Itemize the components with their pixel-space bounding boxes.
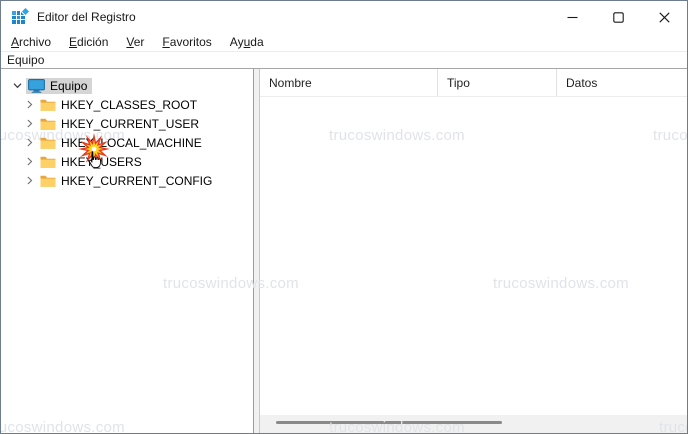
title-bar: Editor del Registro xyxy=(1,1,687,33)
registry-tree: Equipo HKEY_CLASSES_ROOT HKEY_CURRENT_USE… xyxy=(1,69,253,190)
tree-item-hkey-current-user[interactable]: HKEY_CURRENT_USER xyxy=(1,114,253,133)
tree-item-hkey-local-machine[interactable]: HKEY_LOCAL_MACHINE xyxy=(1,133,253,152)
chevron-down-icon[interactable] xyxy=(12,80,23,91)
tree-item-hkey-classes-root[interactable]: HKEY_CLASSES_ROOT xyxy=(1,95,253,114)
tree-item-label: HKEY_CLASSES_ROOT xyxy=(61,98,197,112)
tree-item-label: HKEY_CURRENT_USER xyxy=(61,117,199,131)
tree-item-hkey-users[interactable]: HKEY_USERS xyxy=(1,152,253,171)
tree-item-label: HKEY_USERS xyxy=(61,155,142,169)
close-button[interactable] xyxy=(641,1,687,33)
values-list-body[interactable] xyxy=(260,97,687,415)
column-header-nombre[interactable]: Nombre xyxy=(260,69,438,96)
menu-item-ver[interactable]: Ver xyxy=(117,34,153,50)
list-column-headers: Nombre Tipo Datos xyxy=(260,69,687,97)
column-header-datos[interactable]: Datos xyxy=(557,69,687,96)
minimize-button[interactable] xyxy=(549,1,595,33)
folder-icon xyxy=(40,155,56,168)
address-bar[interactable]: Equipo xyxy=(1,52,687,69)
folder-icon xyxy=(40,136,56,149)
chevron-right-icon[interactable] xyxy=(24,156,35,167)
column-header-tipo[interactable]: Tipo xyxy=(438,69,557,96)
tree-item-equipo[interactable]: Equipo xyxy=(1,76,253,95)
tree-item-label: HKEY_LOCAL_MACHINE xyxy=(61,136,202,150)
content-area: Equipo HKEY_CLASSES_ROOT HKEY_CURRENT_USE… xyxy=(1,69,687,433)
computer-icon xyxy=(28,79,45,93)
folder-icon xyxy=(40,98,56,111)
menu-item-ayuda[interactable]: Ayuda xyxy=(221,34,273,50)
tree-pane: Equipo HKEY_CLASSES_ROOT HKEY_CURRENT_USE… xyxy=(1,69,254,433)
tree-item-hkey-current-config[interactable]: HKEY_CURRENT_CONFIG xyxy=(1,171,253,190)
menu-bar: ArchivoEdiciónVerFavoritosAyuda xyxy=(1,33,687,52)
registry-editor-window: Editor del Registro ArchivoEdiciónVerFav… xyxy=(0,0,688,434)
tree-selection-highlight: Equipo xyxy=(26,78,92,94)
horizontal-scrollbar-thumb[interactable] xyxy=(276,421,502,424)
menu-item-edicion[interactable]: Edición xyxy=(60,34,117,50)
chevron-right-icon[interactable] xyxy=(24,118,35,129)
window-controls xyxy=(549,1,687,33)
chevron-right-icon[interactable] xyxy=(24,175,35,186)
tree-item-label: Equipo xyxy=(50,79,87,93)
tree-item-label: HKEY_CURRENT_CONFIG xyxy=(61,174,212,188)
chevron-right-icon[interactable] xyxy=(24,99,35,110)
menu-item-favoritos[interactable]: Favoritos xyxy=(153,34,220,50)
close-icon xyxy=(659,12,670,23)
folder-icon xyxy=(40,117,56,130)
chevron-right-icon[interactable] xyxy=(24,137,35,148)
maximize-icon xyxy=(613,12,624,23)
registry-app-icon xyxy=(12,9,28,25)
column-header-label: Tipo xyxy=(447,76,470,90)
values-pane: Nombre Tipo Datos xyxy=(260,69,687,433)
column-header-label: Datos xyxy=(566,76,597,90)
window-title: Editor del Registro xyxy=(37,10,136,24)
maximize-button[interactable] xyxy=(595,1,641,33)
folder-icon xyxy=(40,174,56,187)
address-bar-value: Equipo xyxy=(7,53,44,67)
minimize-icon xyxy=(567,12,578,23)
horizontal-scrollbar[interactable] xyxy=(260,415,687,433)
menu-item-archivo[interactable]: Archivo xyxy=(2,34,60,50)
column-header-label: Nombre xyxy=(269,76,312,90)
